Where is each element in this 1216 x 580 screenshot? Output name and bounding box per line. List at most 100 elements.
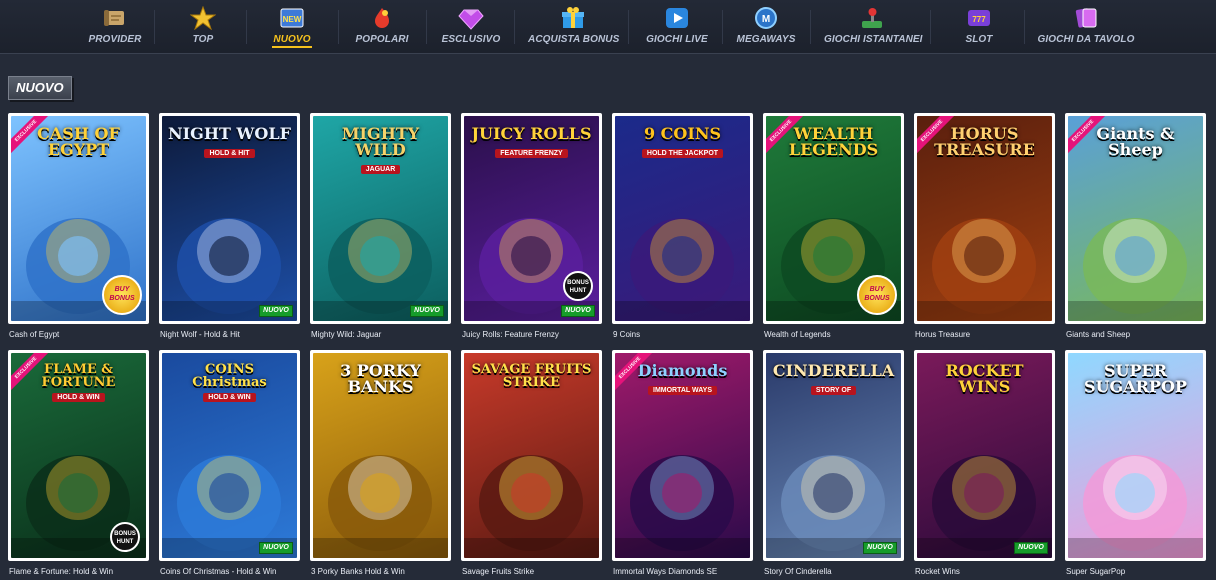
new-badge: NUOVO	[259, 542, 293, 554]
new-badge: NUOVO	[1014, 542, 1048, 554]
game-thumbnail: Giants & Sheep Exclusive	[1068, 116, 1203, 321]
nav-label: TOP	[192, 34, 214, 45]
game-title[interactable]: Coins Of Christmas - Hold & Win	[160, 567, 305, 579]
nav-item-esclusivo[interactable]: ESCLUSIVO	[436, 0, 506, 54]
game-tile[interactable]: JUICY ROLLS FEATURE FRENZY BONUS HUNT NUOVO	[461, 113, 602, 324]
nav-label: GIOCHI ISTANTANEI	[824, 34, 923, 45]
game-thumbnail: Diamonds IMMORTAL WAYS Exclusive	[615, 353, 750, 558]
game-logo-subtitle: HOLD THE JACKPOT	[641, 149, 724, 158]
game-title[interactable]: Immortal Ways Diamonds SE	[613, 567, 758, 579]
nav-item-giochi-live[interactable]: GIOCHI LIVE	[644, 0, 710, 54]
game-thumbnail: NIGHT WOLF HOLD & HIT NUOVO	[162, 116, 297, 321]
nav-label: GIOCHI DA TAVOLO	[1037, 34, 1135, 45]
nav-divider	[426, 10, 427, 44]
play-icon	[666, 8, 688, 28]
game-title[interactable]: Giants and Sheep	[1066, 330, 1211, 342]
game-logo-text: HORUS TREASURE	[934, 124, 1035, 159]
slot-777-icon: 777	[968, 10, 990, 26]
game-thumbnail: CASH OF EGYPT Exclusive BUY BONUS	[11, 116, 146, 321]
svg-text:NEW: NEW	[283, 15, 302, 24]
game-title[interactable]: 3 Porky Banks Hold & Win	[311, 567, 456, 579]
game-logo-text: CINDERELLA STORY OF	[772, 361, 895, 395]
game-logo-subtitle: IMMORTAL WAYS	[648, 386, 717, 395]
game-title[interactable]: Juicy Rolls: Feature Frenzy	[462, 330, 607, 342]
game-title[interactable]: Wealth of Legends	[764, 330, 909, 342]
game-title[interactable]: Night Wolf - Hold & Hit	[160, 330, 305, 342]
svg-text:M: M	[762, 14, 770, 25]
game-tile[interactable]: 3 PORKY BANKS	[310, 350, 451, 561]
game-title[interactable]: Story Of Cinderella	[764, 567, 909, 579]
game-tile[interactable]: WEALTH LEGENDS Exclusive BUY BONUS	[763, 113, 904, 324]
bonus-hunt-badge: BONUS HUNT	[110, 522, 140, 552]
game-logo-text: SAVAGE FRUITS STRIKE	[471, 362, 592, 390]
nav-divider	[246, 10, 247, 44]
game-tile[interactable]: FLAME & FORTUNE HOLD & WIN Exclusive BONUS …	[8, 350, 149, 561]
nav-item-top[interactable]: TOP	[170, 0, 236, 54]
nav-item-slot[interactable]: 777 SLOT	[946, 0, 1012, 54]
game-title[interactable]: Super SugarPop	[1066, 567, 1211, 579]
game-tile[interactable]: SUPER SUGARPOP	[1065, 350, 1206, 561]
new-badge: NUOVO	[863, 542, 897, 554]
game-tile[interactable]: MIGHTY WILD JAGUAR NUOVO	[310, 113, 451, 324]
game-thumbnail: SAVAGE FRUITS STRIKE	[464, 353, 599, 558]
nav-label: POPOLARI	[355, 34, 409, 45]
game-thumbnail: 3 PORKY BANKS	[313, 353, 448, 558]
nav-divider	[338, 10, 339, 44]
nav-item-megaways[interactable]: M MEGAWAYS	[734, 0, 798, 54]
game-logo-subtitle: STORY OF	[810, 386, 857, 395]
nav-divider	[722, 10, 723, 44]
game-logo-text: Giants & Sheep	[1096, 124, 1175, 159]
game-tile[interactable]: CASH OF EGYPT Exclusive BUY BONUS	[8, 113, 149, 324]
nav-divider	[1024, 10, 1025, 44]
star-icon	[190, 6, 216, 30]
gift-icon	[562, 7, 584, 28]
nav-item-giochi-da-tavolo[interactable]: GIOCHI DA TAVOLO	[1036, 0, 1136, 54]
game-logo-text: 3 PORKY BANKS	[340, 361, 421, 396]
nav-item-popolari[interactable]: POPOLARI	[346, 0, 418, 54]
game-logo-text: FLAME & FORTUNE HOLD & WIN	[41, 362, 116, 402]
game-tile[interactable]: Diamonds IMMORTAL WAYS Exclusive	[612, 350, 753, 561]
game-title[interactable]: Flame & Fortune: Hold & Win	[9, 567, 154, 579]
new-badge: NUOVO	[561, 305, 595, 317]
section-title: NUOVO	[8, 76, 72, 100]
game-title[interactable]: 9 Coins	[613, 330, 758, 342]
game-title[interactable]: Mighty Wild: Jaguar	[311, 330, 456, 342]
nav-item-nuovo[interactable]: NEW NUOVO	[258, 0, 326, 54]
game-thumbnail: SUPER SUGARPOP	[1068, 353, 1203, 558]
game-tile[interactable]: NIGHT WOLF HOLD & HIT NUOVO	[159, 113, 300, 324]
nav-label: ESCLUSIVO	[441, 34, 501, 45]
game-logo-text: Diamonds IMMORTAL WAYS	[637, 361, 728, 395]
game-thumbnail: WEALTH LEGENDS Exclusive BUY BONUS	[766, 116, 901, 321]
game-tile[interactable]: CINDERELLA STORY OF NUOVO	[763, 350, 904, 561]
nav-label: GIOCHI LIVE	[646, 34, 708, 45]
game-logo-text: WEALTH LEGENDS	[788, 124, 879, 159]
nav-item-provider[interactable]: PROVIDER	[80, 0, 150, 54]
game-tile[interactable]: 9 COINS HOLD THE JACKPOT	[612, 113, 753, 324]
game-thumbnail: 9 COINS HOLD THE JACKPOT	[615, 116, 750, 321]
game-tile[interactable]: Giants & Sheep Exclusive	[1065, 113, 1206, 324]
game-logo-text: CASH OF EGYPT	[37, 124, 120, 159]
nav-item-giochi-istantanei[interactable]: GIOCHI ISTANTANEI	[824, 0, 923, 54]
game-tile[interactable]: COINS Christmas HOLD & WIN NUOVO	[159, 350, 300, 561]
game-title[interactable]: Cash of Egypt	[9, 330, 154, 342]
nav-item-acquista-bonus[interactable]: ACQUISTA BONUS	[528, 0, 619, 54]
game-thumbnail: MIGHTY WILD JAGUAR NUOVO	[313, 116, 448, 321]
game-logo-subtitle: JAGUAR	[360, 165, 401, 174]
game-tile[interactable]: SAVAGE FRUITS STRIKE	[461, 350, 602, 561]
game-title[interactable]: Rocket Wins	[915, 567, 1060, 579]
game-logo-text: ROCKET WINS	[945, 361, 1024, 396]
svg-text:777: 777	[972, 15, 986, 24]
game-title[interactable]: Horus Treasure	[915, 330, 1060, 342]
game-logo-subtitle: HOLD & WIN	[203, 393, 256, 402]
nav-divider	[154, 10, 155, 44]
game-thumbnail: COINS Christmas HOLD & WIN NUOVO	[162, 353, 297, 558]
game-logo-text: 9 COINS HOLD THE JACKPOT	[619, 126, 746, 158]
new-badge: NUOVO	[410, 305, 444, 317]
game-logo-text: SUPER SUGARPOP	[1084, 361, 1187, 396]
game-logo-text: NIGHT WOLF HOLD & HIT	[168, 124, 291, 158]
fire-gem-icon	[375, 8, 389, 28]
game-tile[interactable]: ROCKET WINS NUOVO	[914, 350, 1055, 561]
game-tile[interactable]: HORUS TREASURE Exclusive	[914, 113, 1055, 324]
new-badge-icon: NEW	[280, 8, 304, 28]
game-title[interactable]: Savage Fruits Strike	[462, 567, 607, 579]
